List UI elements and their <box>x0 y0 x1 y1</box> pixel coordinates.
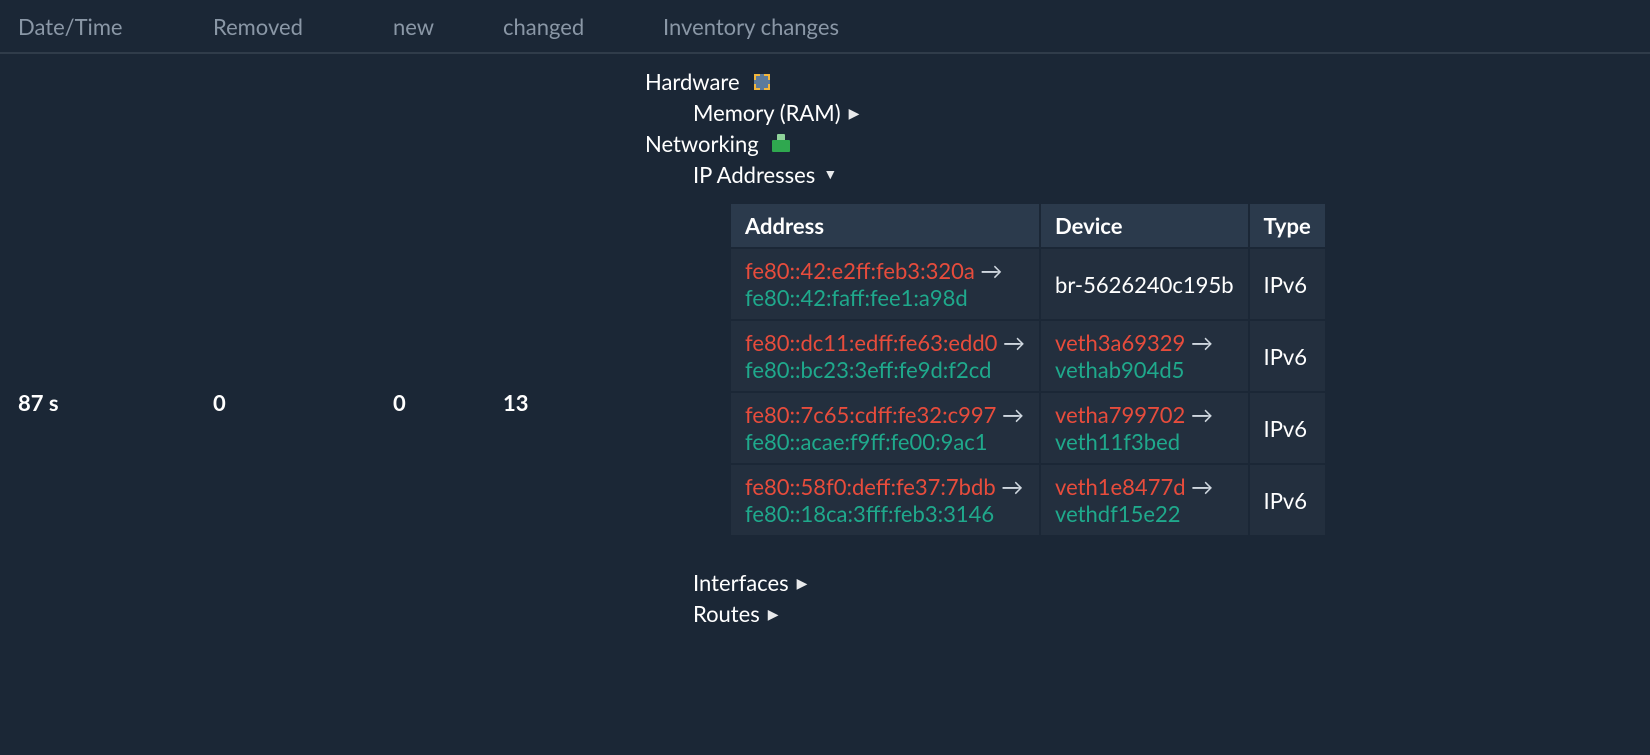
table-header: Date/Time Removed new changed Inventory … <box>0 0 1650 54</box>
cell-device: vetha799702 →veth11f3bed <box>1040 392 1248 464</box>
cell-type: IPv6 <box>1249 392 1326 464</box>
cell-new: 0 <box>375 64 485 416</box>
cell-type: IPv6 <box>1249 248 1326 320</box>
subcategory-interfaces[interactable]: Interfaces ▶ <box>693 569 1650 596</box>
table-row: fe80::dc11:edff:fe63:edd0 →fe80::bc23:3e… <box>730 320 1326 392</box>
chevron-right-icon: ▶ <box>768 605 779 623</box>
header-changed[interactable]: changed <box>485 13 645 40</box>
chevron-right-icon: ▶ <box>849 104 860 122</box>
subcategory-routes[interactable]: Routes ▶ <box>693 600 1650 627</box>
cell-datetime: 87 s <box>0 64 195 416</box>
subcategory-memory[interactable]: Memory (RAM) ▶ <box>693 99 1650 126</box>
header-inventory-changes[interactable]: Inventory changes <box>645 13 1650 40</box>
cell-device: br-5626240c195b <box>1040 248 1248 320</box>
header-datetime[interactable]: Date/Time <box>0 13 195 40</box>
chevron-right-icon: ▶ <box>797 574 808 592</box>
cell-changed: 13 <box>485 64 645 416</box>
cell-address: fe80::42:e2ff:feb3:320a →fe80::42:faff:f… <box>730 248 1040 320</box>
header-removed[interactable]: Removed <box>195 13 375 40</box>
cell-type: IPv6 <box>1249 464 1326 536</box>
routes-label: Routes <box>693 600 760 627</box>
cell-address: fe80::dc11:edff:fe63:edd0 →fe80::bc23:3e… <box>730 320 1040 392</box>
cell-address: fe80::58f0:deff:fe37:7bdb →fe80::18ca:3f… <box>730 464 1040 536</box>
col-address: Address <box>730 203 1040 248</box>
col-device: Device <box>1040 203 1248 248</box>
network-card-icon <box>769 132 793 156</box>
cell-device: veth1e8477d →vethdf15e22 <box>1040 464 1248 536</box>
col-type: Type <box>1249 203 1326 248</box>
networking-label: Networking <box>645 130 759 157</box>
category-networking[interactable]: Networking <box>645 130 1650 157</box>
header-new[interactable]: new <box>375 13 485 40</box>
ip-addresses-table: Address Device Type fe80::42:e2ff:feb3:3… <box>729 202 1327 537</box>
ip-addresses-tbody: fe80::42:e2ff:feb3:320a →fe80::42:faff:f… <box>730 248 1326 536</box>
table-header-row: Address Device Type <box>730 203 1326 248</box>
table-row: fe80::58f0:deff:fe37:7bdb →fe80::18ca:3f… <box>730 464 1326 536</box>
inventory-row: 87 s 0 0 13 Hardware Memory (RAM) ▶ Netw… <box>0 54 1650 627</box>
chevron-down-icon: ▼ <box>823 165 837 182</box>
table-row: fe80::42:e2ff:feb3:320a →fe80::42:faff:f… <box>730 248 1326 320</box>
chip-icon <box>750 70 774 94</box>
subcategory-ip-addresses[interactable]: IP Addresses ▼ <box>693 161 1650 188</box>
ip-addresses-label: IP Addresses <box>693 161 815 188</box>
cell-address: fe80::7c65:cdff:fe32:c997 →fe80::acae:f9… <box>730 392 1040 464</box>
category-hardware[interactable]: Hardware <box>645 68 1650 95</box>
hardware-label: Hardware <box>645 68 740 95</box>
inventory-changes-panel: Hardware Memory (RAM) ▶ Networking IP Ad… <box>645 64 1650 627</box>
interfaces-label: Interfaces <box>693 569 789 596</box>
memory-label: Memory (RAM) <box>693 99 841 126</box>
cell-type: IPv6 <box>1249 320 1326 392</box>
cell-removed: 0 <box>195 64 375 416</box>
cell-device: veth3a69329 →vethab904d5 <box>1040 320 1248 392</box>
table-row: fe80::7c65:cdff:fe32:c997 →fe80::acae:f9… <box>730 392 1326 464</box>
